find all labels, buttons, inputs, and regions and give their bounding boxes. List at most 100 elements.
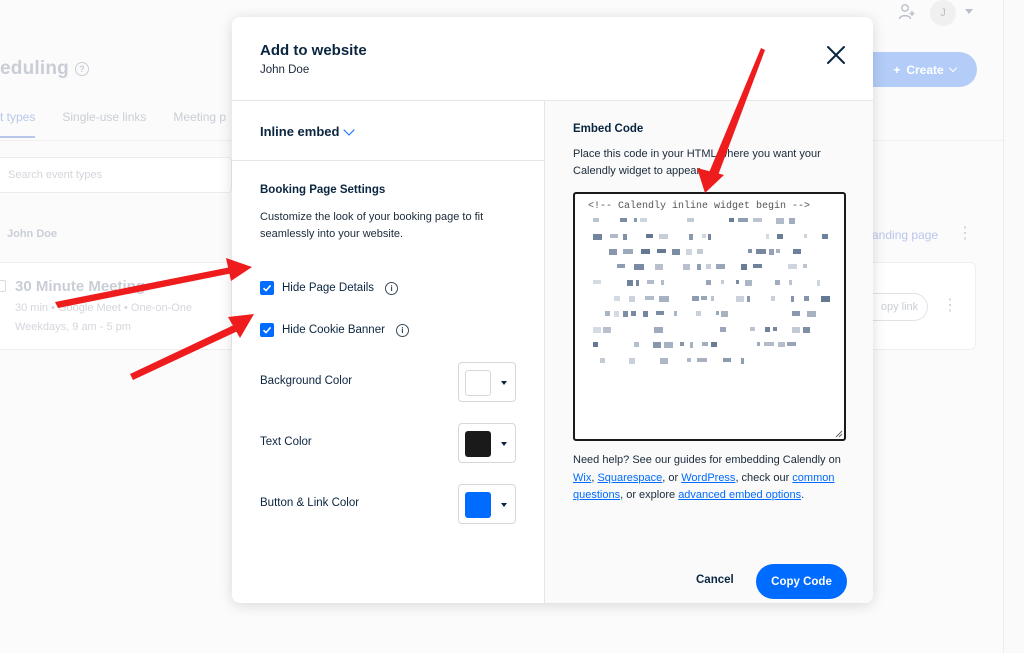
tab-meeting-polls[interactable]: Meeting p (173, 110, 226, 138)
blurred-code-block (593, 234, 602, 240)
blurred-code-block (702, 234, 706, 238)
squarespace-link[interactable]: Squarespace (597, 472, 662, 484)
blurred-code-block (653, 342, 661, 348)
close-icon[interactable] (824, 43, 848, 67)
advanced-embed-options-link[interactable]: advanced embed options (678, 489, 801, 501)
blurred-code-block (645, 296, 654, 300)
blurred-code-block (646, 234, 653, 238)
blurred-code-block (775, 280, 780, 285)
wix-link[interactable]: Wix (573, 472, 591, 484)
blurred-code-block (623, 249, 633, 254)
blurred-code-block (773, 327, 777, 331)
blurred-code-block (789, 218, 795, 224)
cancel-button[interactable]: Cancel (696, 574, 734, 586)
blurred-code-block (647, 280, 654, 284)
blurred-code-block (793, 249, 801, 254)
blurred-code-block (807, 311, 816, 317)
button-link-color-picker[interactable] (458, 484, 516, 524)
blurred-code-block (655, 264, 663, 270)
tab-single-use-links[interactable]: Single-use links (62, 110, 146, 138)
blurred-code-block (593, 342, 598, 347)
color-swatch (465, 431, 491, 457)
blurred-code-block (680, 342, 684, 346)
embed-type-label: Inline embed (260, 124, 340, 139)
embed-type-dropdown[interactable]: Inline embed (260, 123, 356, 139)
blurred-code-block (634, 218, 637, 222)
blurred-code-block (736, 280, 739, 284)
resize-handle-icon[interactable] (835, 430, 843, 438)
blurred-code-block (721, 280, 724, 284)
text-color-row: Text Color (260, 423, 516, 463)
create-button[interactable]: + Create (872, 52, 977, 87)
blurred-code-block (605, 311, 610, 316)
blurred-code-block (600, 358, 605, 363)
copy-link-button[interactable]: opy link (872, 293, 928, 321)
info-icon[interactable]: i (395, 323, 409, 337)
booking-settings-description: Customize the look of your booking page … (260, 211, 484, 240)
button-link-color-row: Button & Link Color (260, 484, 516, 524)
blurred-code-block (776, 249, 780, 253)
card-more-icon[interactable]: ⋮ (942, 298, 958, 314)
blurred-code-block (778, 342, 785, 347)
landing-page-link[interactable]: anding page (872, 228, 938, 242)
blurred-code-block (766, 234, 769, 239)
hide-page-details-option[interactable]: Hide Page Details i (260, 281, 399, 295)
hide-cookie-banner-label: Hide Cookie Banner (282, 324, 385, 336)
hide-cookie-banner-checkbox[interactable] (260, 323, 274, 337)
blurred-code-block (702, 342, 708, 346)
blurred-code-block (610, 234, 618, 238)
blurred-code-block (741, 264, 747, 270)
embed-code-heading: Embed Code (573, 123, 644, 135)
blurred-code-block (672, 249, 680, 255)
blurred-code-block (803, 264, 807, 268)
chevron-down-icon (343, 123, 356, 136)
blurred-code-block (708, 234, 711, 240)
avatar[interactable]: J (930, 0, 956, 26)
blurred-code-block (634, 342, 639, 347)
blurred-code-block (765, 327, 770, 332)
blurred-code-block (729, 218, 734, 222)
copy-code-button[interactable]: Copy Code (756, 564, 847, 599)
add-user-icon[interactable] (898, 3, 916, 21)
account-caret-icon[interactable] (965, 9, 973, 14)
blurred-code-block (750, 327, 755, 331)
tab-event-types[interactable]: t types (0, 110, 36, 138)
blurred-code-block (776, 218, 784, 224)
event-checkbox[interactable] (0, 280, 6, 292)
search-input[interactable]: Search event types (0, 157, 232, 193)
blurred-code-block (756, 249, 766, 254)
blurred-code-block (738, 218, 748, 222)
hide-page-details-checkbox[interactable] (260, 281, 274, 295)
embed-code-textarea[interactable]: <!-- Calendly inline widget begin --> (573, 192, 846, 441)
blurred-code-block (617, 264, 625, 268)
blurred-code-block (697, 358, 707, 362)
blurred-code-block (609, 249, 617, 255)
blurred-code-block (716, 264, 725, 269)
blurred-code-block (614, 311, 619, 317)
help-icon[interactable]: ? (74, 62, 89, 76)
blurred-code-block (614, 296, 620, 301)
booking-settings-heading: Booking Page Settings (260, 184, 386, 196)
event-hours: Weekdays, 9 am - 5 pm (15, 321, 131, 333)
settings-pane: Inline embed Booking Page Settings Custo… (232, 101, 544, 603)
background-color-picker[interactable] (458, 362, 516, 402)
page-title: eduling ? (0, 58, 89, 80)
blurred-code-block (804, 234, 807, 238)
modal-subtitle: John Doe (260, 64, 310, 76)
text-color-picker[interactable] (458, 423, 516, 463)
blurred-code-block (686, 249, 692, 255)
hide-cookie-banner-option[interactable]: Hide Cookie Banner i (260, 323, 409, 337)
info-icon[interactable]: i (385, 281, 399, 295)
blurred-code-block (697, 264, 701, 270)
more-options-icon[interactable]: ⋮ (957, 226, 973, 242)
event-title[interactable]: 30 Minute Meeting (15, 278, 145, 295)
blurred-code-block (771, 296, 775, 301)
blurred-code-block (593, 218, 599, 222)
blurred-code-block (745, 280, 752, 286)
blurred-code-block (641, 249, 650, 254)
help-text-part: Need help? See our guides for embedding … (573, 454, 841, 466)
blurred-code-block (629, 296, 635, 302)
wordpress-link[interactable]: WordPress (681, 472, 735, 484)
blurred-code-block (803, 327, 810, 333)
blurred-code-block (659, 296, 669, 302)
